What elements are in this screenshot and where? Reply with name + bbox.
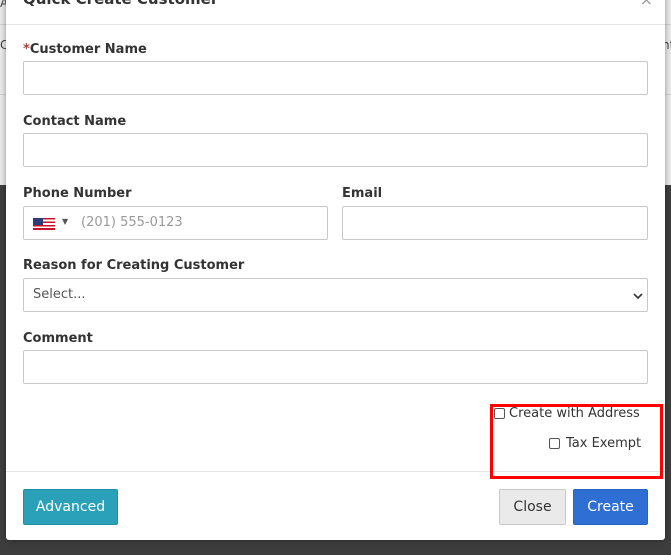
email-label: Email [342, 186, 383, 201]
reason-select[interactable]: Select... [23, 278, 648, 312]
comment-label: Comment [23, 331, 93, 346]
phone-number-label: Phone Number [23, 186, 132, 201]
country-dropdown-caret-icon[interactable]: ▼ [62, 217, 68, 226]
email-input[interactable] [342, 206, 648, 240]
chevron-down-icon [633, 293, 643, 300]
modal-title: Quick Create Customer [23, 0, 218, 8]
modal-header: Quick Create Customer × [6, 0, 665, 25]
modal-footer: Advanced Close Create [6, 471, 665, 541]
customer-name-input[interactable] [23, 61, 648, 95]
advanced-button[interactable]: Advanced [23, 489, 118, 525]
customer-name-label: *Customer Name [23, 42, 147, 57]
phone-number-input[interactable]: ▼ (201) 555-0123 [23, 206, 328, 240]
us-flag-icon[interactable] [33, 218, 55, 230]
contact-name-label: Contact Name [23, 114, 127, 129]
phone-placeholder: (201) 555-0123 [81, 215, 183, 230]
close-icon[interactable]: × [640, 0, 653, 9]
required-marker: * [23, 42, 30, 57]
reason-selected-value: Select... [33, 287, 86, 302]
close-button[interactable]: Close [499, 489, 566, 525]
highlight-annotation-box [490, 404, 663, 479]
comment-input[interactable] [23, 350, 648, 384]
customer-name-label-text: Customer Name [29, 42, 147, 57]
reason-label: Reason for Creating Customer [23, 258, 245, 273]
create-button[interactable]: Create [573, 489, 648, 525]
contact-name-input[interactable] [23, 133, 648, 167]
